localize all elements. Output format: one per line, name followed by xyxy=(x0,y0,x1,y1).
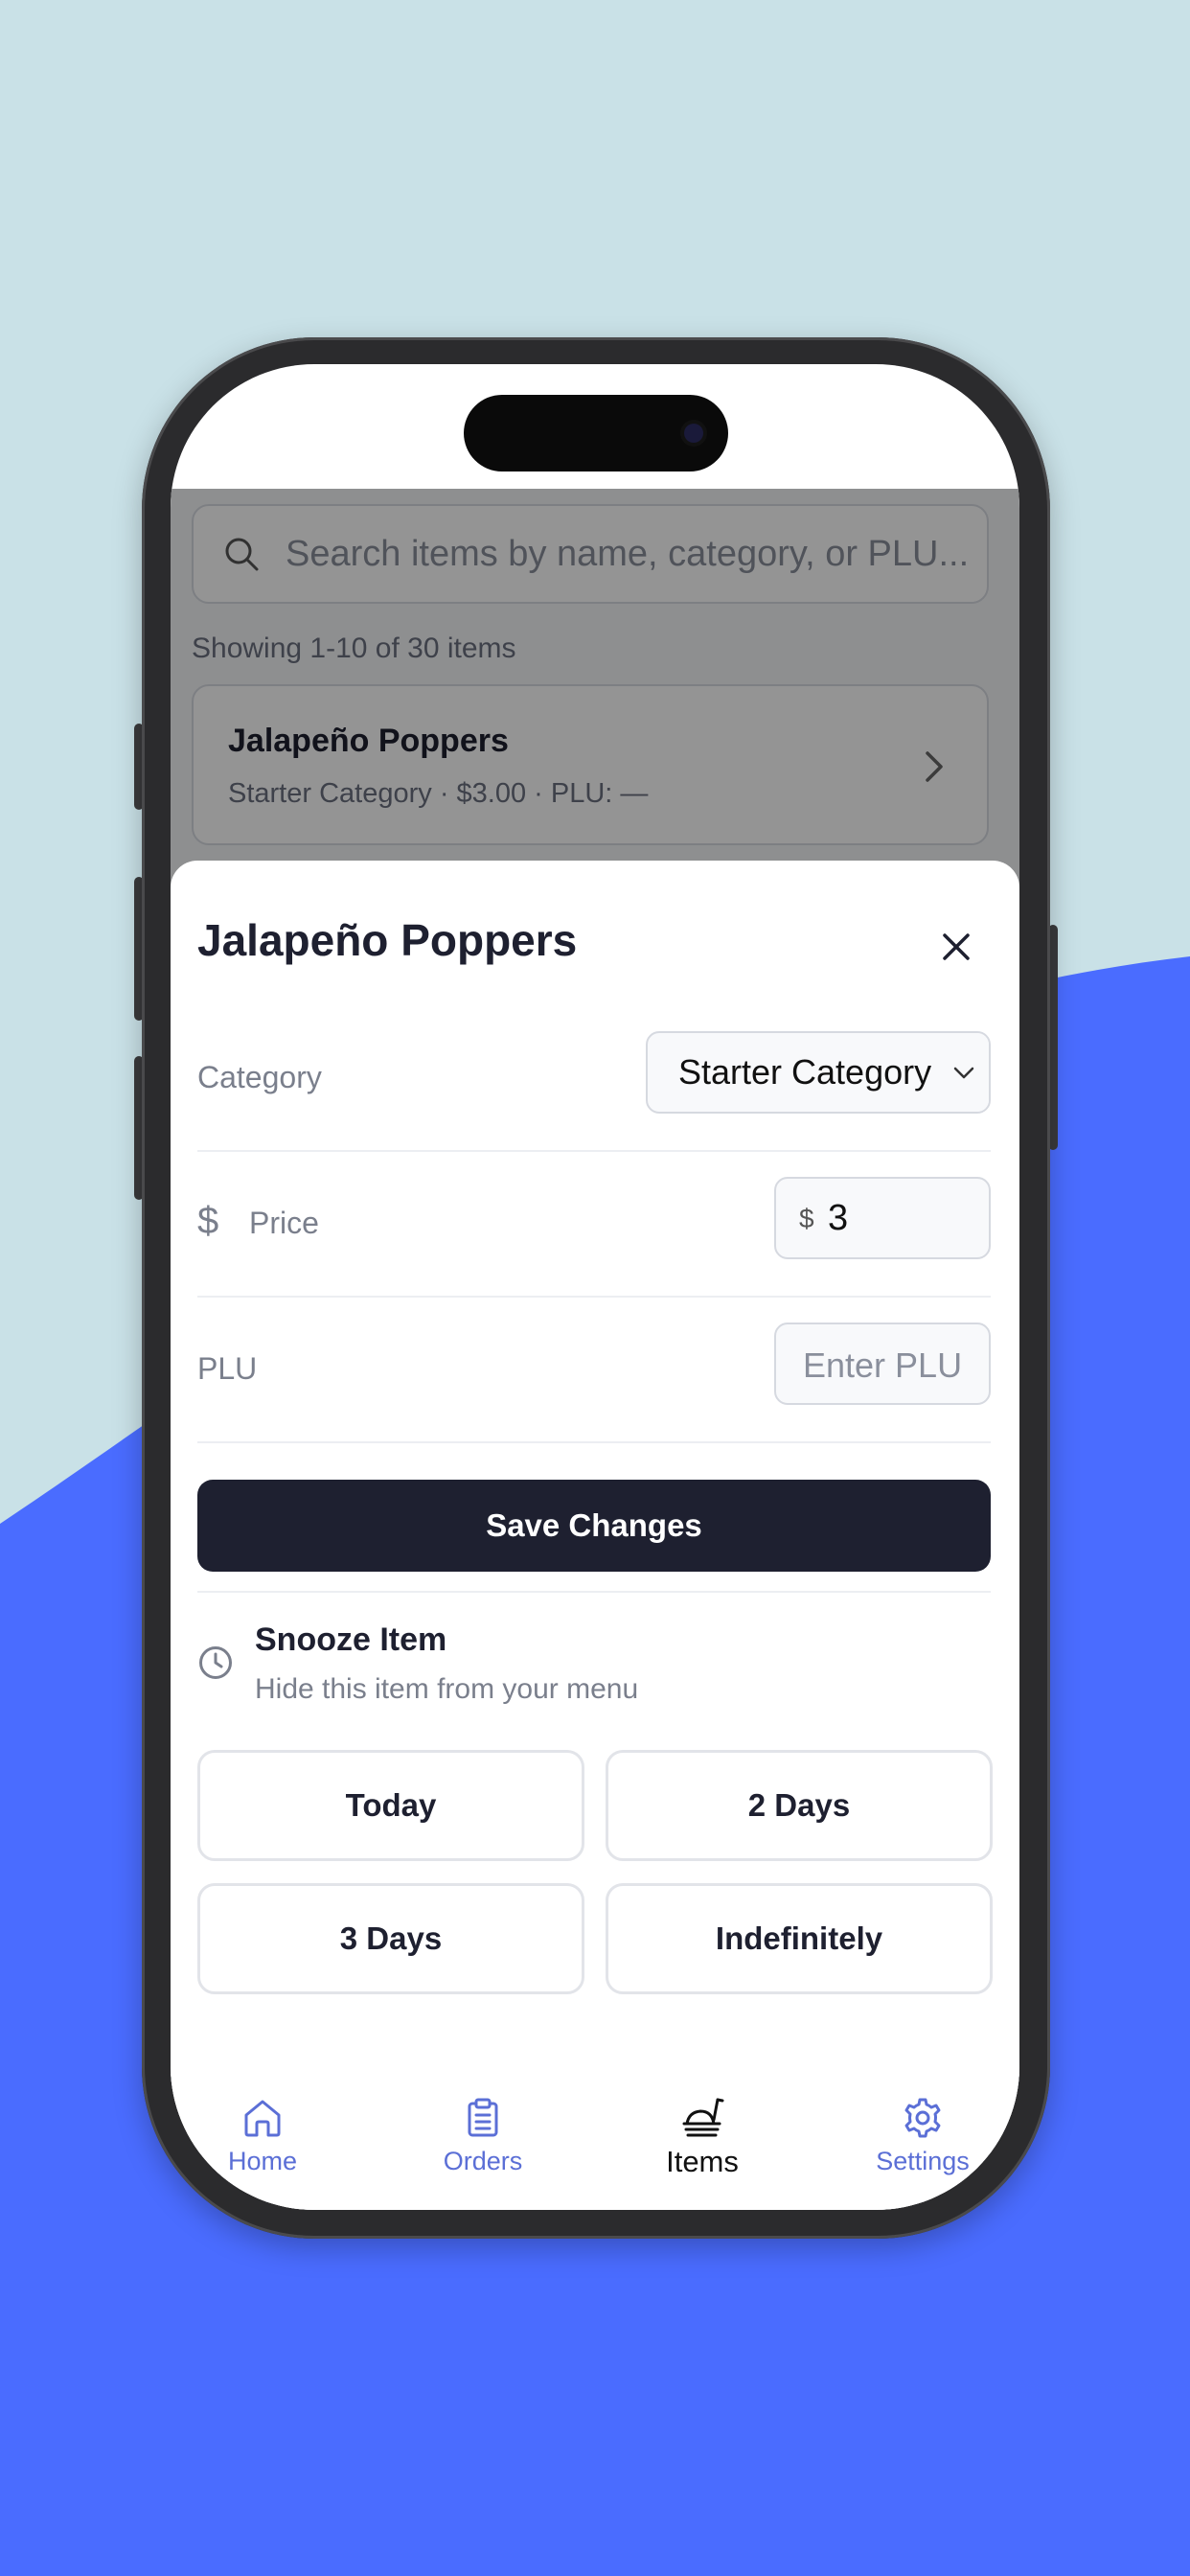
save-changes-button[interactable]: Save Changes xyxy=(197,1480,991,1572)
dollar-icon: $ xyxy=(197,1200,219,1242)
snooze-subtitle: Hide this item from your menu xyxy=(255,1673,639,1705)
clock-icon xyxy=(199,1646,232,1679)
sheet-title: Jalapeño Poppers xyxy=(197,915,578,965)
tab-orders-label: Orders xyxy=(443,2147,523,2175)
tab-settings-label: Settings xyxy=(876,2147,970,2175)
phone-screen: Search items by name, category, or PLU..… xyxy=(171,364,1019,2210)
price-label: Price xyxy=(249,1206,319,1240)
price-value: 3 xyxy=(828,1198,849,1238)
category-label: Category xyxy=(197,1060,322,1094)
snooze-3-days-button[interactable]: 3 Days xyxy=(197,1883,584,1994)
clipboard-icon xyxy=(468,2098,498,2137)
tab-orders[interactable]: Orders xyxy=(397,2095,569,2176)
front-camera-icon xyxy=(684,424,703,443)
tab-home-label: Home xyxy=(227,2147,298,2175)
snooze-indefinitely-button[interactable]: Indefinitely xyxy=(606,1883,993,1994)
tab-items-label: Items xyxy=(666,2145,739,2178)
plu-placeholder: Enter PLU xyxy=(803,1346,963,1385)
price-prefix: $ xyxy=(799,1204,814,1233)
home-icon xyxy=(244,2100,281,2137)
price-input[interactable]: $ 3 xyxy=(774,1177,991,1259)
gear-icon xyxy=(904,2098,941,2138)
tab-home[interactable]: Home xyxy=(176,2095,349,2176)
plu-row: PLU Enter PLU xyxy=(197,1298,991,1443)
plu-label: PLU xyxy=(197,1351,258,1386)
tab-items[interactable]: Items xyxy=(616,2095,789,2179)
chevron-down-icon xyxy=(953,1067,974,1079)
bottom-tab-bar: Home Orders Items Settings xyxy=(171,2074,1019,2210)
snooze-title: Snooze Item xyxy=(255,1622,447,1658)
category-row: Category Starter Category xyxy=(197,1006,991,1152)
category-select[interactable]: Starter Category xyxy=(646,1031,991,1114)
section-divider xyxy=(197,1591,991,1593)
snooze-today-button[interactable]: Today xyxy=(197,1750,584,1861)
plu-input[interactable]: Enter PLU xyxy=(774,1322,991,1405)
snooze-2-days-button[interactable]: 2 Days xyxy=(606,1750,993,1861)
close-icon[interactable] xyxy=(939,930,973,964)
price-row: $ Price $ 3 xyxy=(197,1152,991,1298)
tab-settings[interactable]: Settings xyxy=(836,2095,1009,2176)
food-tray-icon xyxy=(682,2098,724,2137)
edit-item-sheet: Jalapeño Poppers Category Starter Catego… xyxy=(171,861,1019,2210)
dynamic-island xyxy=(464,395,728,472)
category-value: Starter Category xyxy=(678,1052,932,1092)
